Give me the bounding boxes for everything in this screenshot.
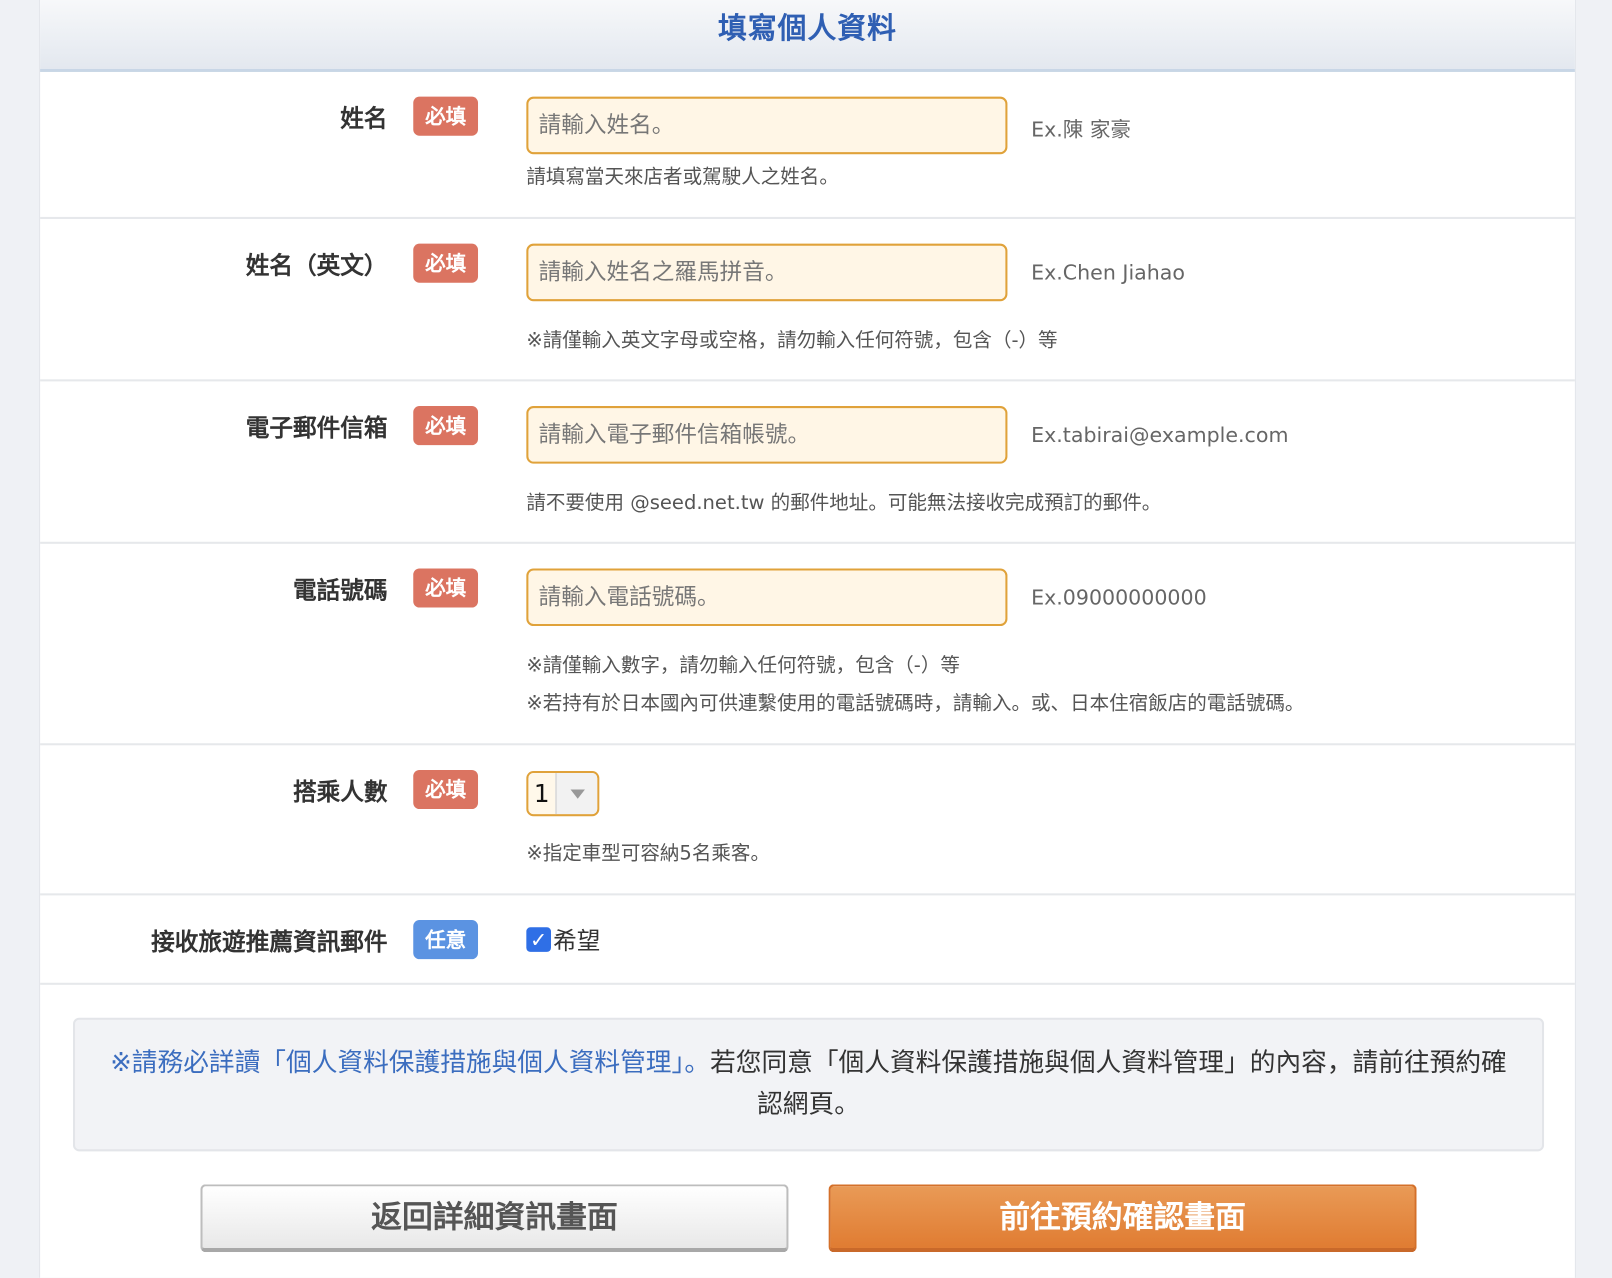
passenger-count-select[interactable]: 1	[526, 771, 600, 817]
checkmark-icon: ✓	[530, 927, 548, 952]
field-label: 姓名（英文）	[245, 252, 388, 280]
required-badge: 必填	[413, 96, 479, 136]
field-label: 搭乘人數	[292, 779, 388, 806]
chevron-down-icon	[557, 773, 598, 815]
field-note: 請不要使用 @seed.net.tw 的郵件地址。可能無法接收完成預訂的郵件。	[526, 491, 1162, 514]
field-note: ※指定車型可容納5名乘客。	[526, 841, 770, 865]
field-note: ※若持有於日本國內可供連繫使用的電話號碼時，請輸入。或、日本住宿飯店的電話號碼。	[526, 691, 1305, 715]
field-note: 請填寫當天來店者或駕駛人之姓名。	[526, 165, 839, 189]
next-button[interactable]: 前往預約確認畫面	[828, 1184, 1417, 1253]
privacy-policy-link[interactable]: ※請務必詳讀「個人資料保護措施與個人資料管理」。	[110, 1048, 710, 1078]
checkbox-label[interactable]: 希望	[553, 921, 600, 956]
name-input[interactable]	[526, 96, 1008, 155]
field-row-name: 姓名 必填 Ex.陳 家豪 請填寫當天來店者或駕駛人之姓名。	[40, 72, 1575, 219]
required-badge: 必填	[413, 406, 479, 446]
field-label: 接收旅遊推薦資訊郵件	[151, 929, 388, 957]
name-english-input[interactable]	[526, 243, 1008, 302]
field-note: ※請僅輸入數字，請勿輸入任何符號，包含（-）等	[526, 653, 960, 677]
back-button[interactable]: 返回詳細資訊畫面	[200, 1184, 789, 1253]
example-text: Ex.tabirai@example.com	[1031, 422, 1289, 448]
field-note: ※請僅輸入英文字母或空格，請勿輸入任何符號，包含（-）等	[526, 328, 1058, 352]
form-header: 填寫個人資料	[40, 0, 1575, 72]
example-text: Ex.09000000000	[1031, 584, 1207, 610]
notice-text: 若您同意「個人資料保護措施與個人資料管理」的內容，請前往預約確認網頁。	[710, 1047, 1507, 1119]
example-text: Ex.陳 家豪	[1031, 117, 1131, 142]
field-row-email: 電子郵件信箱 必填 Ex.tabirai@example.com 請不要使用 @…	[40, 381, 1575, 544]
field-label: 姓名	[340, 105, 388, 133]
phone-input[interactable]	[526, 568, 1008, 627]
field-row-phone: 電話號碼 必填 Ex.09000000000 ※請僅輸入數字，請勿輸入任何符號，…	[40, 544, 1575, 746]
example-text: Ex.Chen Jiahao	[1031, 260, 1185, 285]
form-panel: 填寫個人資料 姓名 必填 Ex.陳 家豪 請填寫當天來店者或駕駛人之姓名。 姓名…	[39, 0, 1576, 1278]
field-label: 電話號碼	[292, 577, 388, 605]
page-title: 填寫個人資料	[718, 11, 897, 46]
field-row-name-english: 姓名（英文） 必填 Ex.Chen Jiahao ※請僅輸入英文字母或空格，請勿…	[40, 219, 1575, 382]
email-input[interactable]	[526, 406, 1008, 464]
field-row-passengers: 搭乘人數 必填 1 ※指定車型可容納5名乘客。	[40, 745, 1575, 896]
field-label: 電子郵件信箱	[245, 415, 388, 443]
selected-value: 1	[528, 773, 558, 815]
required-badge: 必填	[413, 243, 479, 283]
required-badge: 必填	[413, 568, 479, 608]
optional-badge: 任意	[413, 920, 479, 960]
newsletter-checkbox[interactable]: ✓	[526, 927, 552, 952]
privacy-notice: ※請務必詳讀「個人資料保護措施與個人資料管理」。若您同意「個人資料保護措施與個人…	[72, 1017, 1545, 1152]
required-badge: 必填	[413, 769, 479, 810]
field-row-newsletter: 接收旅遊推薦資訊郵件 任意 ✓ 希望	[40, 895, 1575, 985]
